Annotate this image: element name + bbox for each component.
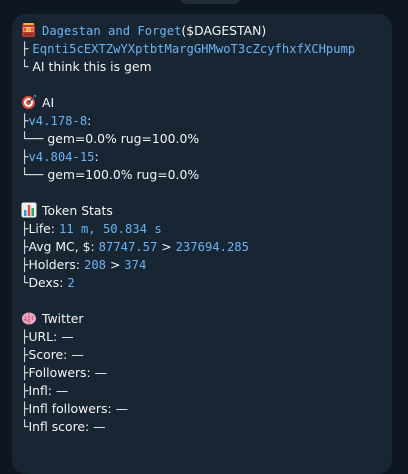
twitter-row: ├Infl followers: —	[21, 400, 382, 418]
twitter-infl-followers-value: —	[115, 401, 128, 416]
twitter-row: ├Followers: —	[21, 364, 382, 382]
target-icon	[22, 95, 36, 109]
token-address[interactable]: Eqnti5cEXTZwYXptbtMargGHMwoT3cZcyfhxfXCH…	[32, 42, 355, 56]
twitter-infl-followers-label: Infl followers:	[28, 401, 112, 416]
mc-arrow: >	[161, 239, 172, 254]
dexs-value[interactable]: 2	[67, 276, 74, 290]
mc-label: Avg MC, $:	[28, 239, 95, 254]
token-name-link[interactable]: Dagestan and Forget	[42, 24, 181, 38]
ai-model-2-result: gem=100.0% rug=0.0%	[47, 167, 200, 182]
twitter-infl-score-value: —	[93, 419, 106, 434]
date-pill	[180, 0, 240, 4]
ai-model-2-line: ├v4.804-15:	[21, 149, 99, 164]
tree-branch: ├	[21, 41, 29, 56]
brain-icon	[22, 312, 36, 325]
life-label: Life:	[28, 221, 55, 236]
twitter-url-value: —	[61, 329, 74, 344]
twitter-infl-value: —	[55, 383, 69, 398]
holders-from[interactable]: 208	[84, 258, 106, 272]
ai-title: AI	[42, 95, 55, 110]
stats-title: Token Stats	[42, 203, 113, 218]
mc-to[interactable]: 237694.285	[176, 240, 249, 254]
token-ticker: ($DAGESTAN)	[181, 23, 267, 38]
ai-model-1-result: gem=0.0% rug=100.0%	[47, 131, 200, 146]
ai-model-1-line: ├v4.178-8:	[21, 113, 92, 128]
life-value[interactable]: 11 m, 50.834 s	[59, 222, 162, 236]
comment-text: AI think this is gem	[32, 59, 152, 74]
twitter-title: Twitter	[42, 311, 84, 326]
twitter-row: ├Infl: —	[21, 382, 382, 400]
twitter-row: └Infl score: —	[21, 418, 382, 436]
holders-label: Holders:	[28, 257, 81, 272]
twitter-score-label: Score:	[28, 347, 68, 362]
stats-title-line: Token Stats	[21, 202, 382, 220]
tree-end: └──	[21, 131, 44, 146]
twitter-followers-value: —	[94, 365, 108, 380]
address-line: ├ Eqnti5cEXTZwYXptbtMargGHMwoT3cZcyfhxfX…	[21, 40, 382, 58]
mc-line: ├Avg MC, $: 87747.57 > 237694.285	[21, 238, 382, 256]
tree-end: └──	[21, 167, 44, 182]
twitter-followers-label: Followers:	[28, 365, 91, 380]
ai-model-2-result-line: └── gem=100.0% rug=0.0%	[21, 166, 382, 184]
mc-from[interactable]: 87747.57	[99, 240, 158, 254]
twitter-url-label: URL:	[28, 329, 58, 344]
ai-title-line: AI	[21, 94, 382, 112]
header-line: Dagestan and Forget($DAGESTAN)	[21, 22, 382, 40]
comment-line: └ AI think this is gem	[21, 58, 382, 76]
slot-machine-icon	[22, 23, 35, 37]
ai-model-1-result-line: └── gem=0.0% rug=100.0%	[21, 130, 382, 148]
twitter-row: ├Score: —	[21, 346, 382, 364]
bar-chart-icon	[21, 202, 37, 218]
twitter-row: ├URL: —	[21, 328, 382, 346]
twitter-title-line: Twitter	[21, 310, 382, 328]
life-line: ├Life: 11 m, 50.834 s	[21, 220, 382, 238]
twitter-score-value: —	[71, 347, 84, 362]
ai-model-2-version[interactable]: v4.804-15	[28, 150, 94, 164]
tree-end: └	[21, 59, 29, 74]
ai-model-1-version[interactable]: v4.178-8	[28, 114, 87, 128]
holders-to[interactable]: 374	[124, 258, 146, 272]
dexs-label: Dexs:	[28, 275, 64, 290]
twitter-infl-score-label: Infl score:	[28, 419, 90, 434]
twitter-infl-label: Infl:	[28, 383, 52, 398]
dexs-line: └Dexs: 2	[21, 274, 382, 292]
message-bubble: Dagestan and Forget($DAGESTAN) ├ Eqnti5c…	[12, 14, 392, 474]
holders-arrow: >	[109, 257, 121, 272]
holders-line: ├Holders: 208 > 374	[21, 256, 382, 274]
